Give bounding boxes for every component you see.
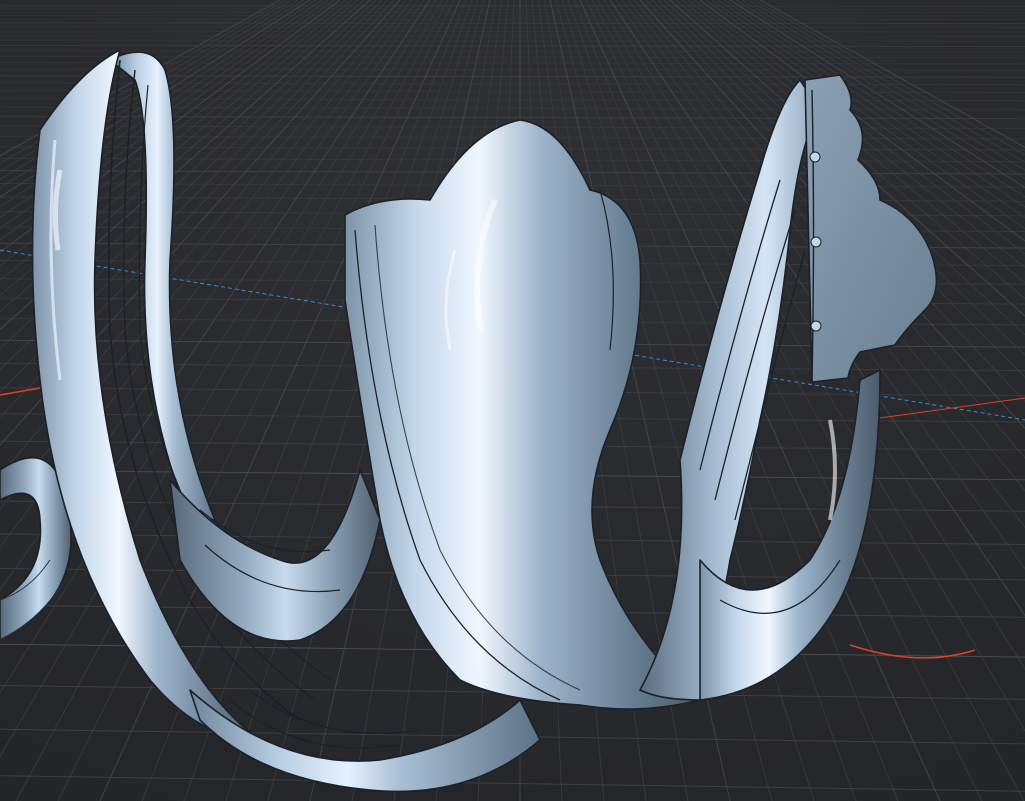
profile-bead-2 — [810, 236, 822, 248]
viewport-canvas[interactable] — [0, 0, 1025, 801]
3d-viewport[interactable] — [0, 0, 1025, 801]
profile-bead-3 — [810, 320, 822, 332]
profile-bead-1 — [809, 151, 821, 163]
